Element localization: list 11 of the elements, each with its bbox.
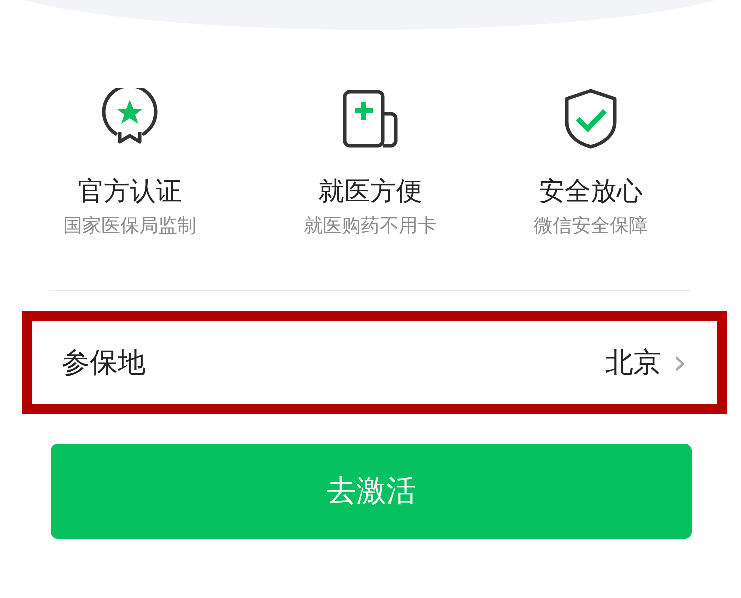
feature-subtitle: 微信安全保障: [534, 214, 648, 238]
feature-subtitle: 就医购药不用卡: [304, 214, 437, 238]
row-label: 参保地: [62, 344, 146, 380]
chevron-icon: ›: [673, 346, 687, 380]
feature-title: 官方认证: [78, 176, 182, 208]
row-value: 北京: [605, 344, 662, 380]
insured-location-row[interactable]: 参保地 北京 ›: [22, 311, 727, 414]
feature-title: 安全放心: [539, 176, 643, 208]
medical-card-icon: [340, 88, 400, 150]
feature-title: 就医方便: [318, 176, 422, 208]
feature-subtitle: 国家医保局监制: [64, 214, 196, 238]
